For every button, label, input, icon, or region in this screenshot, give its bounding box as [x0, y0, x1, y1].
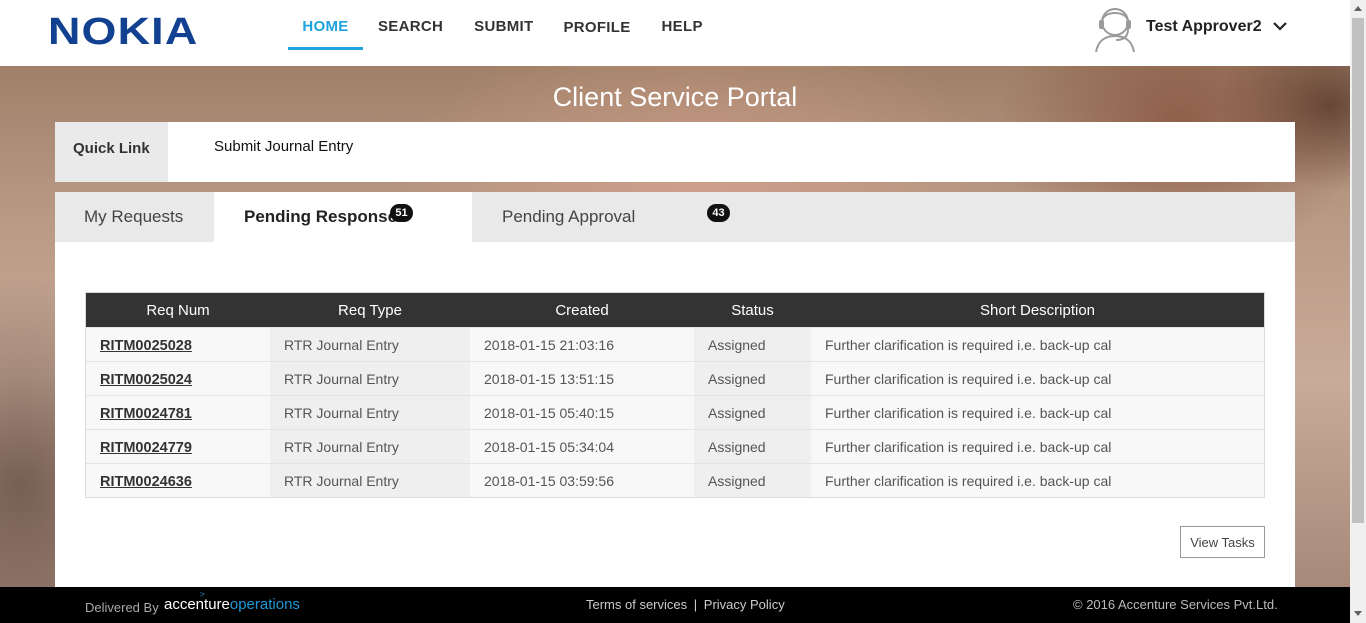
req-num-link[interactable]: RITM0024781 [100, 406, 192, 422]
scroll-up-icon[interactable] [1354, 6, 1362, 11]
table-row: RITM0024636 RTR Journal Entry 2018-01-15… [86, 463, 1264, 497]
tab-label: My Requests [84, 207, 184, 226]
column-header[interactable]: Short Description [811, 293, 1264, 327]
requests-table: Req Num Req Type Created Status Short De… [85, 292, 1265, 498]
created-cell: 2018-01-15 05:40:15 [470, 396, 694, 429]
user-menu[interactable]: Test Approver2 [1090, 2, 1288, 54]
nav-help[interactable]: HELP [662, 0, 703, 50]
table-header: Req Num Req Type Created Status Short De… [86, 293, 1264, 327]
req-type-cell: RTR Journal Entry [270, 362, 470, 395]
nav-profile[interactable]: PROFILE [563, 0, 630, 50]
req-num-link[interactable]: RITM0025024 [100, 372, 192, 388]
description-cell: Further clarification is required i.e. b… [811, 362, 1264, 395]
submit-journal-entry-link[interactable]: Submit Journal Entry [214, 138, 353, 155]
created-cell: 2018-01-15 21:03:16 [470, 328, 694, 361]
table-row: RITM0024779 RTR Journal Entry 2018-01-15… [86, 429, 1264, 463]
description-cell: Further clarification is required i.e. b… [811, 430, 1264, 463]
req-type-cell: RTR Journal Entry [270, 396, 470, 429]
tab-bar: My Requests Pending Response 51 Pending … [55, 192, 1295, 242]
status-cell: Assigned [694, 396, 811, 429]
operations-logo-text: operations [229, 596, 300, 613]
column-header[interactable]: Created [470, 293, 694, 327]
req-num-cell: RITM0025024 [86, 362, 270, 395]
req-num-cell: RITM0024781 [86, 396, 270, 429]
table-row: RITM0024781 RTR Journal Entry 2018-01-15… [86, 395, 1264, 429]
req-num-cell: RITM0024636 [86, 464, 270, 497]
tab-my-requests[interactable]: My Requests [55, 192, 213, 242]
nav-home[interactable]: HOME [288, 0, 363, 50]
user-name: Test Approver2 [1146, 18, 1262, 35]
portal-title: Client Service Portal [552, 82, 798, 112]
req-type-cell: RTR Journal Entry [270, 430, 470, 463]
req-type-cell: RTR Journal Entry [270, 328, 470, 361]
created-cell: 2018-01-15 05:34:04 [470, 430, 694, 463]
view-tasks-button[interactable]: View Tasks [1180, 526, 1265, 558]
status-cell: Assigned [694, 464, 811, 497]
footer: Delivered By > accentureoperations Terms … [0, 587, 1350, 623]
vertical-scrollbar[interactable] [1350, 0, 1366, 623]
privacy-link[interactable]: Privacy Policy [704, 597, 785, 612]
accenture-mark-icon: > [200, 590, 205, 599]
terms-link[interactable]: Terms of services [586, 597, 687, 612]
footer-separator: | [693, 597, 698, 612]
scrollbar-thumb[interactable] [1352, 18, 1364, 523]
tab-pending-response[interactable]: Pending Response 51 [214, 192, 472, 242]
column-header[interactable]: Req Type [270, 293, 470, 327]
status-cell: Assigned [694, 430, 811, 463]
footer-links: Terms of services | Privacy Policy [586, 597, 785, 612]
req-num-cell: RITM0024779 [86, 430, 270, 463]
nav-search[interactable]: SEARCH [378, 0, 443, 50]
copyright-text: © 2016 Accenture Services Pvt.Ltd. [1073, 597, 1278, 612]
column-header[interactable]: Status [694, 293, 811, 327]
status-cell: Assigned [694, 362, 811, 395]
req-num-link[interactable]: RITM0024779 [100, 440, 192, 456]
description-cell: Further clarification is required i.e. b… [811, 396, 1264, 429]
chevron-down-icon[interactable] [1272, 20, 1288, 32]
scroll-down-icon[interactable] [1354, 611, 1362, 616]
nokia-logo[interactable]: NOKIA [48, 13, 198, 51]
req-num-link[interactable]: RITM0025028 [100, 338, 192, 354]
tab-pending-approval[interactable]: Pending Approval 43 [472, 192, 732, 242]
table-row: RITM0025028 RTR Journal Entry 2018-01-15… [86, 327, 1264, 361]
description-cell: Further clarification is required i.e. b… [811, 464, 1264, 497]
req-type-cell: RTR Journal Entry [270, 464, 470, 497]
main-nav: HOME SEARCH SUBMIT PROFILE HELP [288, 0, 703, 50]
table-row: RITM0025024 RTR Journal Entry 2018-01-15… [86, 361, 1264, 395]
accenture-logo-text: accenture [164, 596, 230, 613]
count-badge: 51 [390, 204, 413, 222]
tab-label: Pending Approval [502, 207, 636, 226]
created-cell: 2018-01-15 03:59:56 [470, 464, 694, 497]
nav-submit[interactable]: SUBMIT [474, 0, 533, 50]
req-num-cell: RITM0025028 [86, 328, 270, 361]
quick-link-bar: Quick Link Submit Journal Entry [55, 122, 1295, 182]
requests-panel: My Requests Pending Response 51 Pending … [55, 192, 1295, 587]
quick-link-label: Quick Link [55, 122, 168, 182]
tab-label: Pending Response [244, 207, 398, 226]
accenture-operations-logo: > accentureoperations [164, 590, 300, 613]
top-header: NOKIA HOME SEARCH SUBMIT PROFILE HELP Te… [0, 0, 1350, 66]
req-num-link[interactable]: RITM0024636 [100, 474, 192, 490]
delivered-by-text: Delivered By [85, 600, 159, 615]
column-header[interactable]: Req Num [86, 293, 270, 327]
user-avatar-icon [1095, 8, 1135, 53]
created-cell: 2018-01-15 13:51:15 [470, 362, 694, 395]
status-cell: Assigned [694, 328, 811, 361]
count-badge: 43 [707, 204, 730, 222]
description-cell: Further clarification is required i.e. b… [811, 328, 1264, 361]
